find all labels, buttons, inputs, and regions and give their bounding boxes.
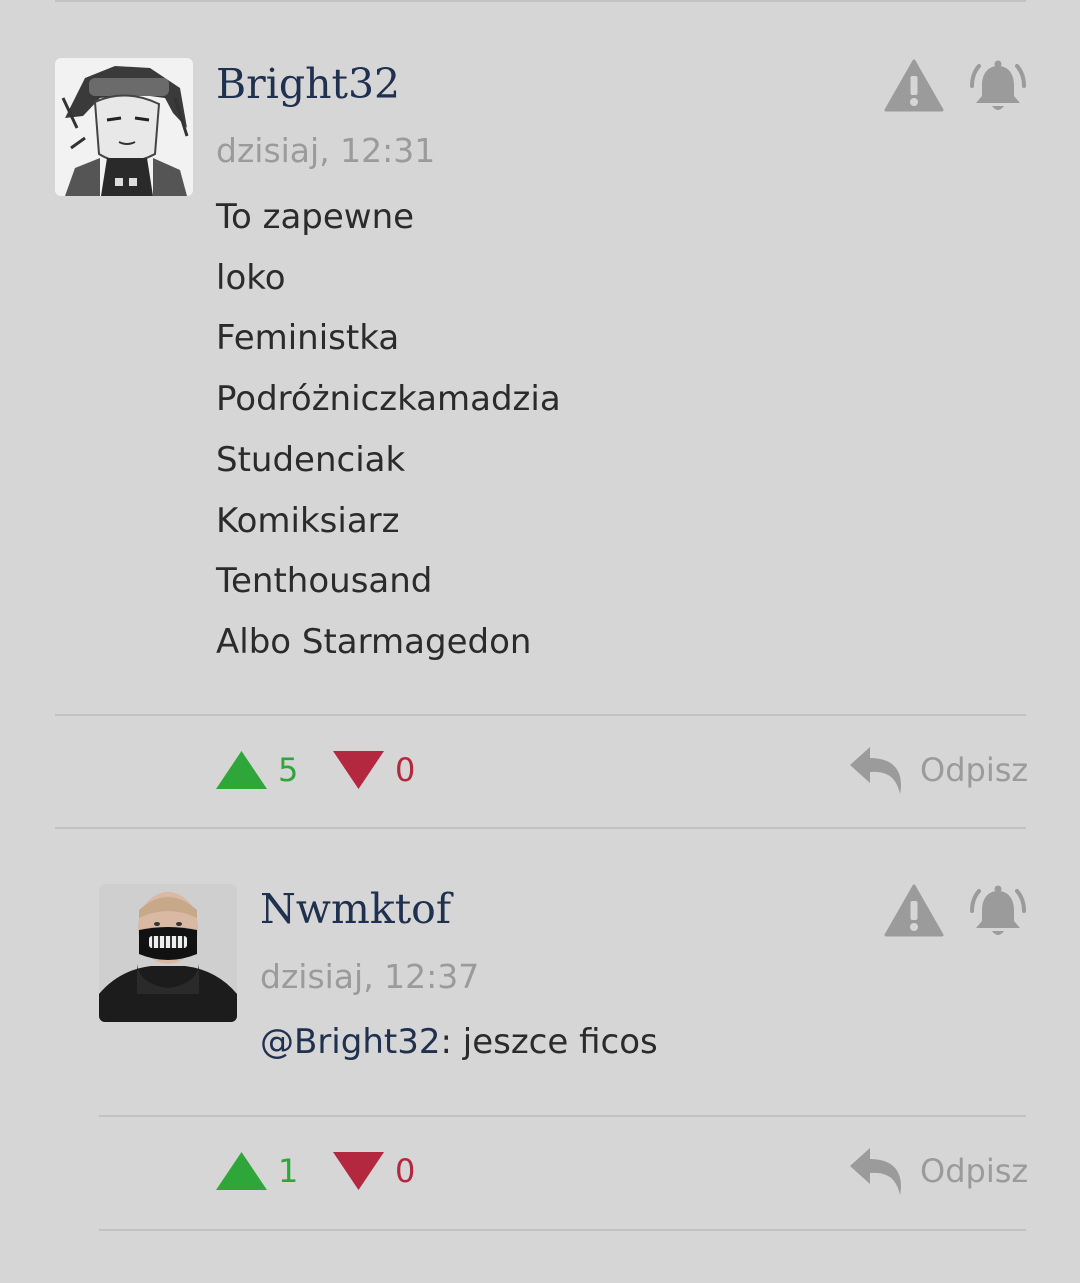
upvote-count: 5 [278,751,299,789]
comment-body: @Bright32: jeszce ficos [260,1025,658,1059]
downvote-button[interactable]: 0 [332,750,415,790]
downvote-count: 0 [395,1152,416,1190]
reply-button[interactable]: Odpisz [848,744,1028,796]
comment-line: Komiksiarz [216,500,400,541]
user-mention-link[interactable]: @Bright32 [260,1022,440,1062]
timestamp: dzisiaj, 12:37 [260,957,480,996]
timestamp: dzisiaj, 12:31 [216,131,436,170]
upvote-button[interactable]: 1 [215,1151,298,1191]
bell-icon [970,885,1026,935]
warning-icon [884,884,944,937]
report-button[interactable] [884,58,944,114]
downvote-count: 0 [395,751,416,789]
comment-line: Podróżniczkamadzia [216,379,561,420]
upvote-button[interactable]: 5 [215,750,298,790]
username[interactable]: Bright32 [216,64,400,105]
avatar-image-masked-person [99,884,237,1022]
upvote-count: 1 [278,1152,299,1190]
divider [55,0,1026,2]
notify-button[interactable] [968,883,1028,939]
notify-button[interactable] [968,58,1028,114]
comments-page: Bright32 dzisiaj, 12:31 To zapewne loko … [0,0,1080,1283]
comment-line: Tenthousand [216,561,433,602]
report-button[interactable] [884,883,944,939]
warning-icon [884,59,944,112]
comment-line: Feministka [216,318,400,359]
divider [55,714,1026,716]
comment-line: Albo Starmagedon [216,621,532,662]
avatar[interactable] [55,58,193,196]
divider [99,1229,1026,1231]
comment-line: To zapewne [216,197,415,237]
bell-icon [970,60,1026,110]
reply-label: Odpisz [920,751,1029,789]
comment-text: : jeszce ficos [440,1022,658,1062]
arrow-down-icon [333,1152,384,1190]
divider [55,827,1026,829]
reply-button[interactable]: Odpisz [848,1145,1028,1197]
comment-line: Studenciak [216,439,406,480]
comment-line: loko [216,257,286,298]
reply-label: Odpisz [920,1152,1029,1190]
username[interactable]: Nwmktof [260,889,451,930]
comment-body: To zapewne loko Feministka Podróżniczkam… [216,187,561,673]
arrow-up-icon [216,1152,267,1190]
reply-arrow-icon [850,1148,901,1195]
downvote-button[interactable]: 0 [332,1151,415,1191]
avatar[interactable] [99,884,237,1022]
arrow-down-icon [333,751,384,789]
reply-arrow-icon [850,747,901,794]
divider [99,1115,1026,1117]
arrow-up-icon [216,751,267,789]
avatar-image-manga-character [55,58,193,196]
